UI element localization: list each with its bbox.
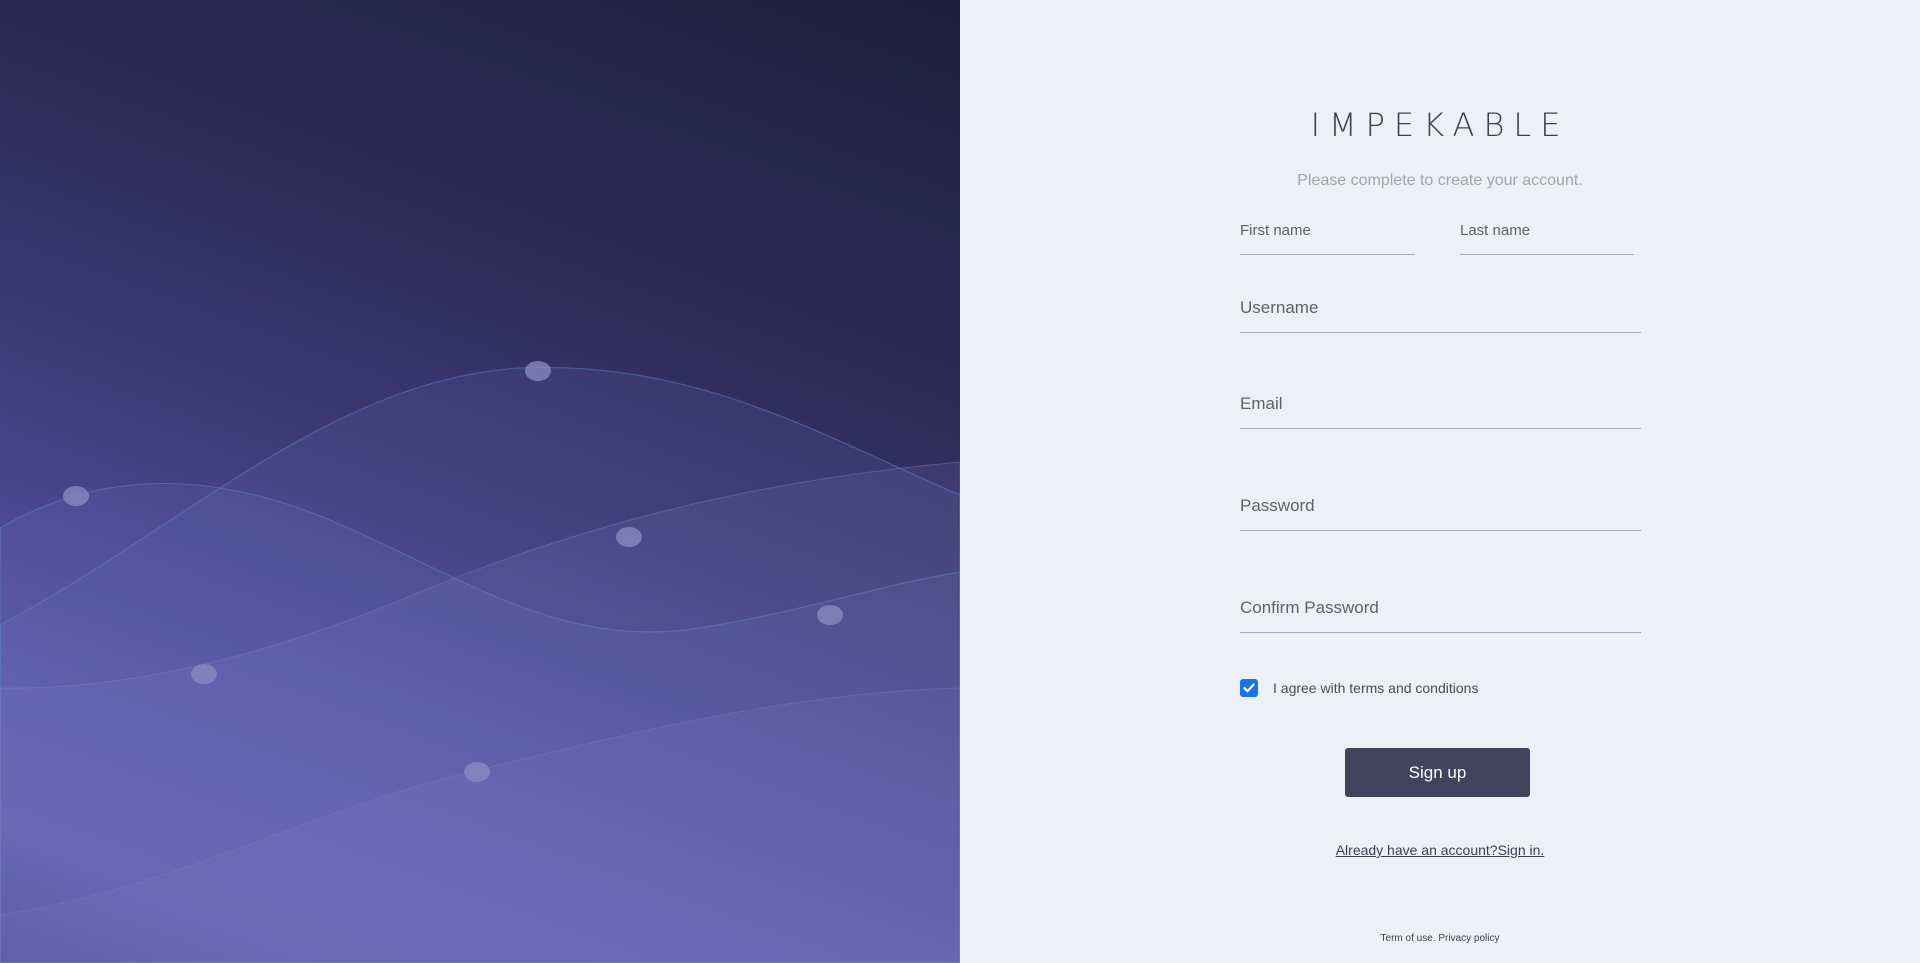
signin-prompt-row: Already have an account?Sign in. — [960, 842, 1920, 858]
username-input[interactable] — [1240, 293, 1641, 333]
wave-illustration — [0, 361, 960, 963]
email-input[interactable] — [1240, 389, 1641, 429]
terms-of-use-link[interactable]: Term of use. — [1381, 933, 1436, 944]
footer-links: Term of use. Privacy policy — [960, 933, 1920, 944]
decorative-background-panel — [0, 0, 960, 963]
privacy-policy-link[interactable]: Privacy policy — [1438, 933, 1499, 944]
signup-button[interactable]: Sign up — [1345, 748, 1530, 797]
password-input[interactable] — [1240, 491, 1641, 531]
signup-subtitle: Please complete to create your account. — [1297, 172, 1583, 189]
last-name-input[interactable] — [1460, 216, 1634, 255]
checkmark-icon — [1243, 683, 1255, 693]
confirm-password-input[interactable] — [1240, 593, 1641, 633]
signin-link[interactable]: Sign in. — [1498, 842, 1545, 858]
signup-panel: IMPEKABLE Please complete to create your… — [960, 0, 1920, 963]
signin-prompt-text[interactable]: Already have an account? — [1336, 842, 1498, 858]
terms-checkbox[interactable] — [1240, 679, 1258, 697]
first-name-input[interactable] — [1240, 216, 1415, 255]
terms-label: I agree with terms and conditions — [1273, 680, 1479, 696]
brand-logo-text: IMPEKABLE — [1310, 106, 1570, 144]
terms-row: I agree with terms and conditions — [1240, 679, 1478, 697]
